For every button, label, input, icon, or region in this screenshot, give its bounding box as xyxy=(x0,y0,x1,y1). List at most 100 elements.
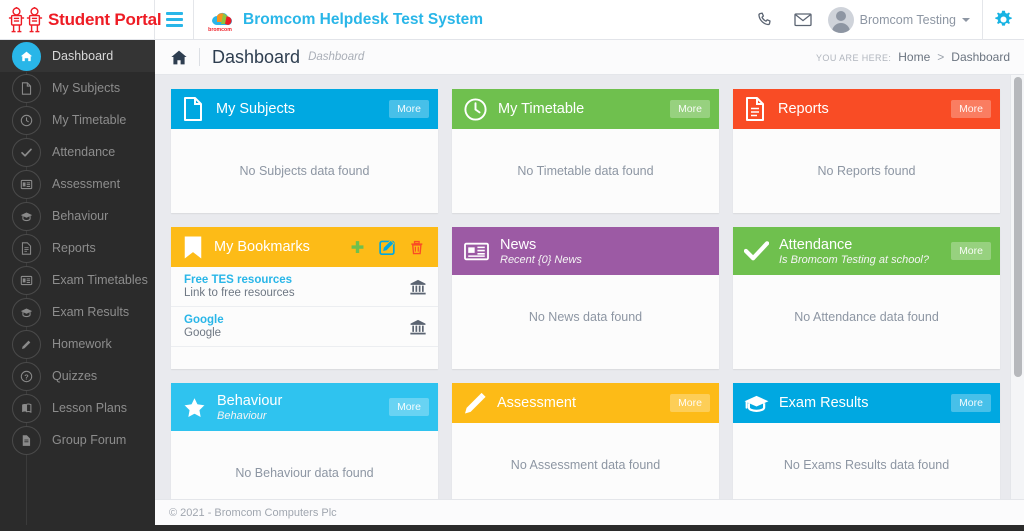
sidebar-item-behaviour[interactable]: Behaviour xyxy=(0,200,155,232)
report-file-icon xyxy=(12,234,41,263)
empty-state-text: No News data found xyxy=(529,310,642,324)
hamburger-menu-icon[interactable] xyxy=(155,0,193,39)
bookmark-description: Google xyxy=(184,327,224,339)
more-button-attendance[interactable]: More xyxy=(951,242,991,261)
more-button-exam-results[interactable]: More xyxy=(951,394,991,413)
bookmark-title[interactable]: Free TES resources xyxy=(184,274,295,286)
vertical-scrollbar[interactable] xyxy=(1010,75,1024,499)
user-menu[interactable]: Bromcom Testing xyxy=(822,0,982,40)
sidebar-item-homework[interactable]: Homework xyxy=(0,328,155,360)
card-header-assessment: AssessmentMore xyxy=(452,383,719,423)
breadcrumb: YOU ARE HERE: Home > Dashboard xyxy=(816,50,1010,64)
list-item[interactable]: Free TES resourcesLink to free resources xyxy=(171,267,438,307)
add-bookmark-icon[interactable] xyxy=(349,239,366,256)
card-header-news: NewsRecent {0} News xyxy=(452,227,719,275)
sidebar-item-label: Quizzes xyxy=(52,369,97,383)
bottom-strip xyxy=(0,525,1024,531)
sidebar-item-reports[interactable]: Reports xyxy=(0,232,155,264)
card-title: Exam Results xyxy=(779,395,868,411)
sidebar-item-label: Exam Results xyxy=(52,305,129,319)
sidebar-item-group-forum[interactable]: Group Forum xyxy=(0,424,155,456)
dashboard-card-grid: My SubjectsMoreNo Subjects data found My … xyxy=(155,75,1024,499)
sidebar-item-quizzes[interactable]: ? Quizzes xyxy=(0,360,155,392)
sidebar-item-lesson-plans[interactable]: Lesson Plans xyxy=(0,392,155,424)
check-icon xyxy=(744,240,769,262)
top-bar-right: Bromcom Testing xyxy=(746,0,1024,39)
sidebar-item-assessment[interactable]: Assessment xyxy=(0,168,155,200)
sidebar-nav-list: Dashboard My Subjects My Timetable Attendan… xyxy=(0,40,155,456)
bank-icon[interactable] xyxy=(410,279,426,295)
brand-title: Student Portal xyxy=(48,10,161,30)
graduation-cap-icon xyxy=(12,298,41,327)
card-header-text: My Bookmarks xyxy=(214,239,310,255)
card-title: My Timetable xyxy=(498,101,584,117)
card-behaviour: BehaviourBehaviour More No Behaviour data … xyxy=(171,383,438,499)
breadcrumb-home-link[interactable]: Home xyxy=(898,50,930,64)
sidebar-item-label: Dashboard xyxy=(52,49,113,63)
card-body-my-subjects: No Subjects data found xyxy=(171,129,438,213)
question-icon: ? xyxy=(12,362,41,391)
bookmark-texts: Free TES resourcesLink to free resources xyxy=(184,274,295,299)
more-button-my-subjects[interactable]: More xyxy=(389,100,429,119)
sidebar-item-label: Behaviour xyxy=(52,209,108,223)
envelope-icon[interactable] xyxy=(784,0,822,40)
card-subtitle: Behaviour xyxy=(217,410,282,422)
breadcrumb-separator: > xyxy=(937,50,944,64)
sidebar-item-my-subjects[interactable]: My Subjects xyxy=(0,72,155,104)
card-body-attendance: No Attendance data found xyxy=(733,275,1000,359)
card-body-exam-results: No Exams Results data found xyxy=(733,423,1000,499)
sidebar-item-dashboard[interactable]: Dashboard xyxy=(0,40,155,72)
list-item[interactable]: GoogleGoogle xyxy=(171,307,438,347)
sidebar-item-exam-results[interactable]: Exam Results xyxy=(0,296,155,328)
card-header-text: AttendanceIs Bromcom Testing at school? xyxy=(779,237,929,266)
more-button-reports[interactable]: More xyxy=(951,100,991,119)
card-header-text: BehaviourBehaviour xyxy=(217,393,282,422)
card-body-news: No News data found xyxy=(452,275,719,359)
card-attendance: AttendanceIs Bromcom Testing at school? M… xyxy=(733,227,1000,369)
card-header-attendance: AttendanceIs Bromcom Testing at school? M… xyxy=(733,227,1000,275)
clock-icon xyxy=(12,106,41,135)
bank-icon[interactable] xyxy=(410,319,426,335)
card-header-my-subjects: My SubjectsMore xyxy=(171,89,438,129)
empty-state-text: No Behaviour data found xyxy=(235,466,373,480)
home-icon[interactable] xyxy=(171,50,187,65)
sidebar-item-label: Group Forum xyxy=(52,433,126,447)
more-button-assessment[interactable]: More xyxy=(670,394,710,413)
sidebar-item-my-timetable[interactable]: My Timetable xyxy=(0,104,155,136)
more-button-behaviour[interactable]: More xyxy=(389,398,429,417)
sidebar-item-attendance[interactable]: Attendance xyxy=(0,136,155,168)
newspaper-icon xyxy=(463,240,490,263)
card-header-actions xyxy=(349,239,429,256)
delete-bookmark-icon[interactable] xyxy=(409,239,425,256)
sidebar-item-label: Lesson Plans xyxy=(52,401,127,415)
student-portal-app: Student Portal bromcom Bromcom Helpdesk … xyxy=(0,0,1024,531)
card-subtitle: Recent {0} News xyxy=(500,254,582,266)
phone-icon[interactable] xyxy=(746,0,784,40)
card-header-my-bookmarks: My Bookmarks xyxy=(171,227,438,267)
graduation-cap-icon xyxy=(744,393,769,414)
card-title: Behaviour xyxy=(217,393,282,409)
user-avatar xyxy=(828,7,854,33)
report-outline-icon xyxy=(744,96,768,122)
list-card-icon xyxy=(12,170,41,199)
sidebar-item-label: My Timetable xyxy=(52,113,126,127)
sidebar-item-exam-timetables[interactable]: Exam Timetables xyxy=(0,264,155,296)
more-button-my-timetable[interactable]: More xyxy=(670,100,710,119)
gear-icon[interactable] xyxy=(982,0,1024,40)
empty-state-text: No Timetable data found xyxy=(517,164,653,178)
card-title: Reports xyxy=(778,101,829,117)
card-body-reports: No Reports found xyxy=(733,129,1000,213)
card-title: Attendance xyxy=(779,237,929,253)
scrollbar-thumb[interactable] xyxy=(1014,77,1022,377)
page-header: Dashboard Dashboard YOU ARE HERE: Home >… xyxy=(155,40,1024,75)
card-body-my-timetable: No Timetable data found xyxy=(452,129,719,213)
edit-bookmark-icon[interactable] xyxy=(379,239,396,256)
sidebar-item-label: Homework xyxy=(52,337,112,351)
page-title: Dashboard xyxy=(212,47,300,68)
empty-state-text: No Exams Results data found xyxy=(784,458,949,472)
star-icon xyxy=(182,395,207,420)
card-subtitle: Is Bromcom Testing at school? xyxy=(779,254,929,266)
card-header-exam-results: Exam Results More xyxy=(733,383,1000,423)
bookmark-title[interactable]: Google xyxy=(184,314,224,326)
bookmark-list: Free TES resourcesLink to free resources… xyxy=(171,267,438,369)
